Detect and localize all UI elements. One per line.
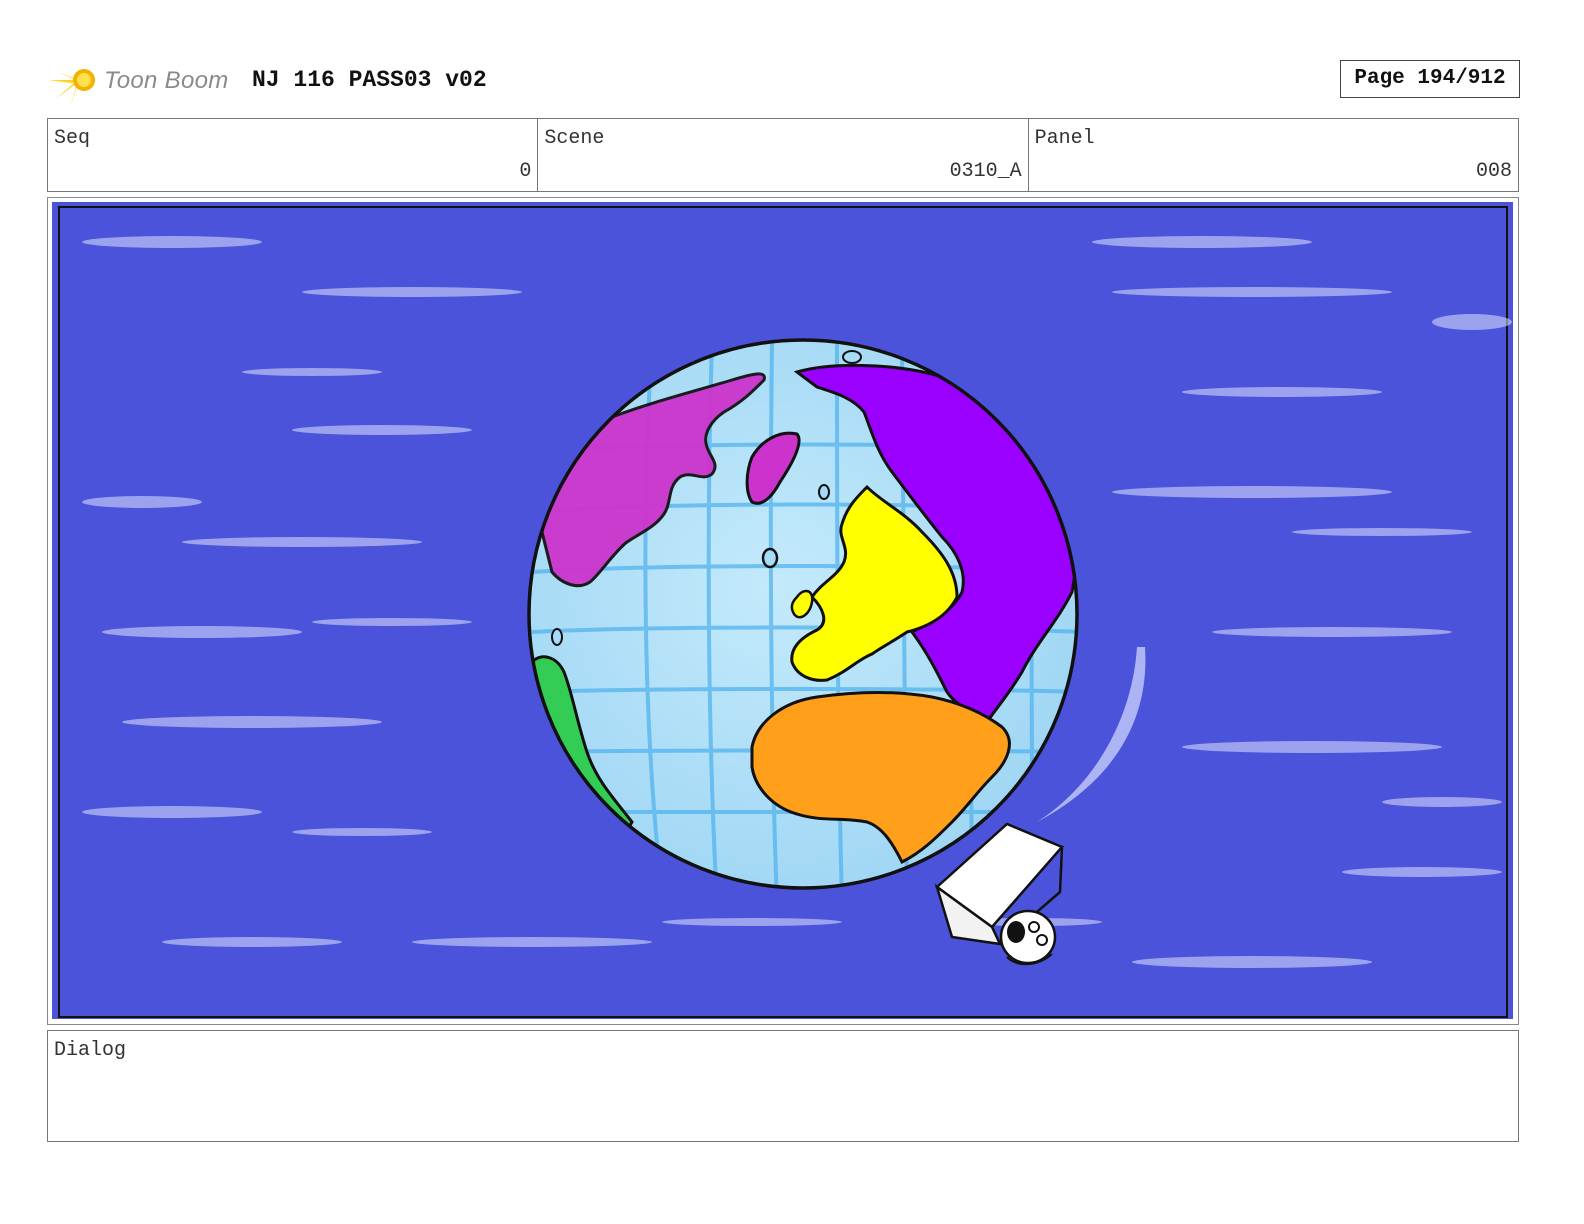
page-number: Page 194/912: [1340, 60, 1520, 98]
seq-value: 0: [519, 160, 532, 183]
panel-cell: Panel 008: [1029, 119, 1518, 191]
dialog-box: Dialog: [47, 1030, 1519, 1142]
island: [551, 628, 563, 646]
scene-label: Scene: [544, 127, 605, 150]
dialog-label: Dialog: [54, 1039, 127, 1062]
island: [842, 350, 862, 364]
island: [818, 484, 830, 500]
panel-value: 008: [1475, 160, 1512, 183]
scene-value: 0310_A: [949, 160, 1022, 183]
document-title: NJ 116 PASS03 v02: [252, 67, 487, 93]
shot-info-row: Seq 0 Scene 0310_A Panel 008: [47, 118, 1519, 192]
panel-label: Panel: [1034, 127, 1095, 150]
storyboard-header: Toon Boom NJ 116 PASS03 v02 Page 194/912: [48, 50, 1520, 110]
storyboard-panel: [47, 197, 1519, 1025]
character-eye: [1036, 934, 1048, 946]
island: [761, 547, 779, 569]
toon-boom-logo: Toon Boom: [48, 52, 238, 108]
scene-cell: Scene 0310_A: [538, 119, 1029, 191]
starburst-icon: [48, 54, 95, 108]
character-mouth: [1007, 921, 1025, 943]
panel-artwork: [52, 202, 1513, 1019]
seq-label: Seq: [54, 127, 91, 150]
seq-cell: Seq 0: [48, 119, 539, 191]
character-eye: [1028, 921, 1040, 933]
logo-wordmark: Toon Boom: [104, 67, 229, 94]
